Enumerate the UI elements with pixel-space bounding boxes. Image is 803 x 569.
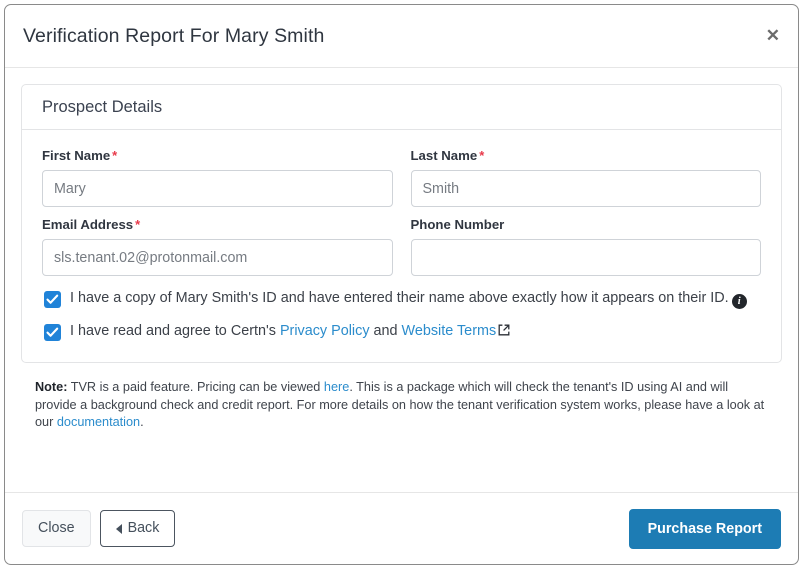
email-field[interactable] — [42, 239, 393, 276]
phone-group: Phone Number — [410, 217, 762, 276]
documentation-link[interactable]: documentation — [57, 415, 140, 429]
website-terms-link[interactable]: Website Terms — [402, 323, 497, 339]
modal-body: Prospect Details First Name* Last Name* — [5, 68, 798, 492]
required-asterisk: * — [479, 148, 485, 163]
required-asterisk: * — [135, 217, 141, 232]
phone-field[interactable] — [410, 239, 761, 276]
last-name-label: Last Name * — [411, 148, 762, 163]
last-name-group: Last Name * — [410, 148, 762, 207]
note-text: Note: TVR is a paid feature. Pricing can… — [21, 363, 782, 432]
caret-left-icon — [115, 523, 122, 534]
pricing-here-link[interactable]: here — [324, 380, 349, 394]
back-button-label: Back — [127, 520, 160, 536]
note-part3: . — [140, 415, 144, 429]
prospect-details-panel: Prospect Details First Name* Last Name* — [21, 84, 782, 363]
privacy-policy-link[interactable]: Privacy Policy — [280, 323, 370, 339]
id-copy-checkbox-row[interactable]: I have a copy of Mary Smith's ID and hav… — [42, 289, 761, 309]
check-icon — [46, 327, 59, 337]
required-asterisk: * — [112, 148, 118, 163]
checkbox-id-copy[interactable] — [44, 291, 61, 308]
check-icon — [46, 294, 59, 304]
close-icon[interactable]: ✕ — [766, 27, 780, 44]
purchase-report-button[interactable]: Purchase Report — [628, 508, 781, 549]
info-icon[interactable]: i — [731, 294, 747, 309]
terms-text-middle: and — [373, 323, 398, 339]
terms-text-before: I have read and agree to Certn's — [70, 323, 276, 339]
contact-row: Email Address* Phone Number — [42, 217, 761, 276]
id-copy-checkbox-label: I have a copy of Mary Smith's ID and hav… — [70, 289, 747, 309]
verification-report-modal: Verification Report For Mary Smith ✕ Pro… — [4, 4, 799, 565]
name-row: First Name* Last Name* — [42, 148, 761, 207]
panel-heading: Prospect Details — [42, 98, 163, 116]
first-name-label-text: First Name — [42, 148, 111, 163]
note-part1: TVR is a paid feature. Pricing can be vi… — [70, 380, 321, 394]
email-group: Email Address * — [42, 217, 393, 276]
last-name-label-text: Last Name — [410, 148, 478, 163]
first-name-group: First Name * — [42, 148, 393, 207]
email-label: Email Address * — [42, 217, 393, 232]
external-link-icon[interactable] — [498, 323, 510, 342]
modal-footer: Close Back Purchase Report — [5, 492, 798, 564]
last-name-input[interactable] — [410, 170, 761, 207]
first-name-label: First Name * — [42, 148, 393, 163]
phone-label: Phone Number — [411, 217, 762, 232]
page-title: Verification Report For Mary Smith — [23, 24, 325, 47]
id-copy-text: I have a copy of Mary Smith's ID and hav… — [70, 290, 729, 306]
back-button[interactable]: Back — [99, 510, 176, 547]
modal-header: Verification Report For Mary Smith ✕ — [5, 5, 798, 68]
close-button[interactable]: Close — [22, 510, 91, 547]
checkbox-terms[interactable] — [44, 324, 61, 341]
note-label: Note: — [35, 380, 68, 394]
first-name-input[interactable] — [42, 170, 393, 207]
footer-left-buttons: Close Back — [22, 510, 176, 547]
terms-checkbox-row[interactable]: I have read and agree to Certn's Privacy… — [42, 322, 761, 342]
email-label-text: Email Address — [42, 217, 134, 232]
panel-header: Prospect Details — [22, 85, 781, 130]
phone-label-text: Phone Number — [410, 217, 505, 232]
panel-body: First Name* Last Name* Email Ad — [22, 130, 781, 362]
terms-checkbox-label: I have read and agree to Certn's Privacy… — [70, 322, 510, 342]
